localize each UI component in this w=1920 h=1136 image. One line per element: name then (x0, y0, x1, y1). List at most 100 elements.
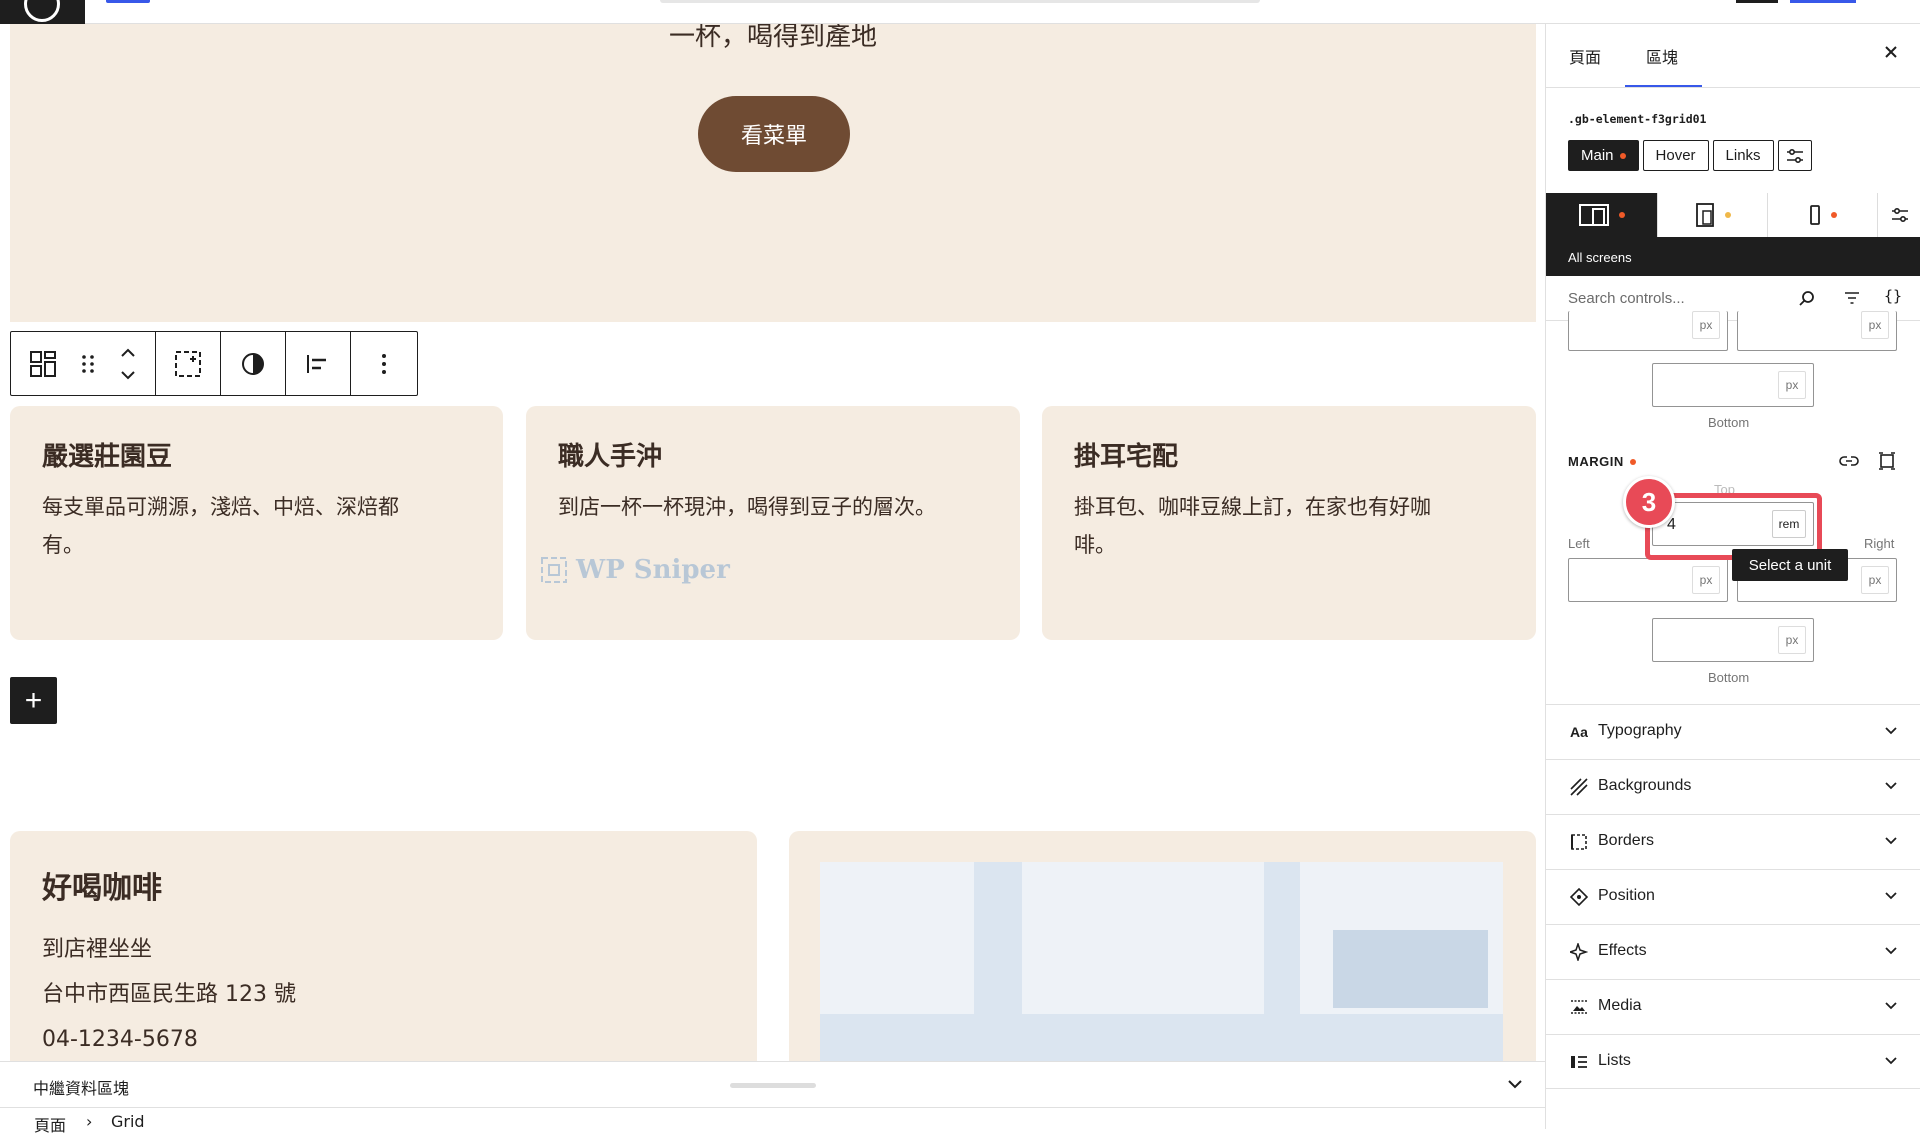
padding-bottom-label: Bottom (1708, 415, 1750, 430)
chevron-down-icon (1885, 892, 1897, 900)
margin-right-label: Right (1864, 536, 1895, 551)
feature-card-3[interactable]: 掛耳宅配 掛耳包、咖啡豆線上訂，在家也有好咖 啡。 (1042, 406, 1536, 640)
feature-card-1[interactable]: 嚴選莊園豆 每支單品可溯源，淺焙、中焙、深焙都 有。 (10, 406, 503, 640)
panel-effects[interactable]: Effects (1546, 924, 1920, 979)
add-block-button[interactable]: + (10, 677, 57, 724)
device-all-screens-button[interactable] (1546, 193, 1657, 237)
panel-typography[interactable]: Aa Typography (1546, 704, 1920, 759)
align-left-icon[interactable] (305, 332, 331, 395)
media-icon (1568, 996, 1590, 1018)
filter-icon[interactable] (1844, 290, 1860, 306)
chevron-down-icon (1885, 1057, 1897, 1065)
close-icon[interactable] (1881, 42, 1901, 62)
menu-button[interactable]: 看菜單 (698, 96, 850, 172)
panel-lists[interactable]: Lists (1546, 1034, 1920, 1089)
settings-sidebar: 頁面 區塊 .gb-element-f3grid01 Main Hover Li… (1545, 24, 1920, 1129)
block-toolbar (10, 331, 418, 396)
grid-block-icon[interactable] (12, 332, 74, 395)
device-tablet-button[interactable] (1657, 193, 1767, 237)
panel-media[interactable]: Media (1546, 979, 1920, 1034)
state-links-button[interactable]: Links (1712, 140, 1774, 171)
modified-dot (1619, 152, 1626, 159)
card-text: 掛耳包、咖啡豆線上訂，在家也有好咖 (1074, 495, 1431, 519)
panel-label: Backgrounds (1598, 777, 1692, 794)
hero-section[interactable]: 一杯，喝得到產地 看菜單 (10, 24, 1536, 322)
drag-handle-icon[interactable] (74, 332, 102, 395)
chevron-down-icon[interactable] (1505, 1074, 1525, 1094)
chevron-down-icon (1885, 727, 1897, 735)
select-parent-icon[interactable] (174, 332, 202, 395)
card-text: 有。 (42, 533, 84, 557)
chevron-down-icon (1885, 947, 1897, 955)
sliders-icon (1891, 207, 1908, 223)
tablet-icon (1695, 203, 1714, 227)
panel-backgrounds[interactable]: Backgrounds (1546, 759, 1920, 814)
css-selector-label: .gb-element-f3grid01 (1568, 112, 1707, 126)
tab-block[interactable]: 區塊 (1646, 44, 1678, 68)
panel-label: Lists (1598, 1052, 1631, 1069)
lists-icon (1568, 1051, 1590, 1073)
margin-left-input[interactable]: px (1568, 558, 1728, 602)
card-title: 職人手沖 (558, 442, 663, 472)
card-text: 到店一杯一杯現沖，喝得到豆子的層次。 (558, 495, 936, 519)
search-controls-input[interactable] (1556, 282, 1806, 314)
device-mobile-button[interactable] (1767, 193, 1877, 237)
info-card[interactable]: 好喝咖啡 到店裡坐坐 台中市西區民生路 123 號 04-1234-5678 (10, 831, 757, 1062)
code-braces-icon[interactable]: {} (1884, 287, 1902, 305)
feature-card-2[interactable]: 職人手沖 到店一杯一杯現沖，喝得到豆子的層次。 (526, 406, 1020, 640)
panel-position[interactable]: Position (1546, 869, 1920, 924)
margin-label: MARGIN (1568, 454, 1636, 469)
unit-button[interactable]: px (1778, 371, 1806, 399)
unit-button[interactable]: px (1778, 626, 1806, 654)
tab-page[interactable]: 頁面 (1569, 44, 1601, 68)
panel-label: Borders (1598, 832, 1655, 849)
top-view-button[interactable] (1736, 0, 1778, 3)
backgrounds-icon (1568, 776, 1590, 798)
more-options-icon[interactable] (381, 332, 387, 395)
margin-bottom-input[interactable]: px (1652, 618, 1814, 662)
state-main-button[interactable]: Main (1568, 140, 1639, 171)
box-sides-icon[interactable] (1878, 452, 1896, 470)
search-icon[interactable] (1798, 290, 1816, 308)
metadata-panel-bar[interactable]: 中繼資料區塊 (0, 1061, 1545, 1107)
top-toolbar (0, 0, 1920, 24)
chevron-down-icon (1885, 837, 1897, 845)
panel-label: Typography (1598, 722, 1682, 739)
state-main-label: Main (1581, 147, 1614, 164)
styles-contrast-icon[interactable] (241, 332, 265, 395)
unit-button[interactable]: px (1692, 311, 1720, 339)
resize-handle[interactable] (730, 1083, 816, 1088)
padding-left-input[interactable]: px (1568, 311, 1728, 351)
more-states-button[interactable] (1777, 140, 1812, 171)
panel-borders[interactable]: Borders (1546, 814, 1920, 869)
modified-dot (1629, 458, 1636, 465)
unit-button[interactable]: px (1861, 566, 1889, 594)
state-buttons: Main Hover Links (1568, 140, 1812, 171)
command-search-bar[interactable] (660, 0, 1260, 3)
state-hover-button[interactable]: Hover (1642, 140, 1709, 171)
watermark: WP Sniper (540, 555, 730, 585)
panel-label: Position (1598, 887, 1655, 904)
unit-button[interactable]: px (1692, 566, 1720, 594)
unit-button[interactable]: px (1861, 311, 1889, 339)
info-line: 04-1234-5678 (42, 1027, 198, 1052)
wordpress-logo-button[interactable] (0, 0, 85, 24)
map-image (820, 862, 1503, 1062)
move-up-down-icon[interactable] (102, 332, 154, 395)
top-save-button[interactable] (1790, 0, 1856, 3)
info-line: 到店裡坐坐 (42, 937, 153, 962)
breadcrumb-item-grid[interactable]: Grid (111, 1112, 145, 1131)
modified-dot (1830, 212, 1837, 218)
top-toggle-button[interactable] (106, 0, 150, 3)
card-text: 啡。 (1074, 533, 1116, 557)
chevron-down-icon (1885, 782, 1897, 790)
modified-dot (1724, 212, 1731, 218)
chevron-down-icon (1885, 1002, 1897, 1010)
link-sides-icon[interactable] (1839, 453, 1859, 469)
card-text: 每支單品可溯源，淺焙、中焙、深焙都 (42, 495, 399, 519)
padding-right-input[interactable]: px (1737, 311, 1897, 351)
device-settings-button[interactable] (1877, 193, 1920, 237)
padding-bottom-input[interactable]: px (1652, 363, 1814, 407)
device-selector: All screens (1546, 193, 1920, 276)
breadcrumb-item-page[interactable]: 頁面 (34, 1112, 66, 1136)
